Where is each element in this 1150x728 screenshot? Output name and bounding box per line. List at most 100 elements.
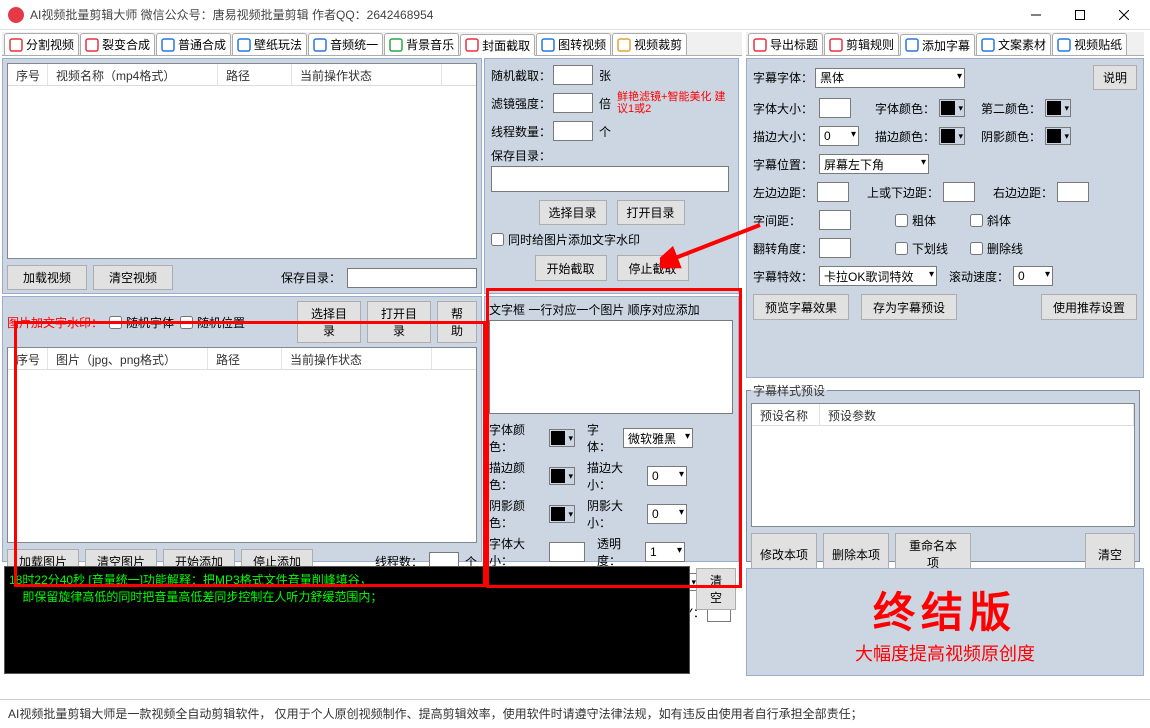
right-margin-label: 右边边距： <box>993 184 1053 201</box>
font-color-picker[interactable] <box>549 429 575 447</box>
save-preset-button[interactable]: 存为字幕预设 <box>861 294 957 320</box>
sub-pos-label: 字幕位置： <box>753 156 815 173</box>
stroke-color-picker[interactable] <box>549 467 575 485</box>
minimize-button[interactable] <box>1014 0 1058 30</box>
tab-label: 剪辑规则 <box>846 36 894 53</box>
tab-视频裁剪[interactable]: 视频裁剪 <box>612 33 687 55</box>
thread-count-label: 线程数量： <box>491 123 553 140</box>
random-pos-checkbox[interactable]: 随机位置 <box>180 314 245 331</box>
capture-save-dir-input[interactable] <box>491 166 729 192</box>
choose-dir-button[interactable]: 选择目录 <box>539 200 607 225</box>
start-capture-button[interactable]: 开始截取 <box>535 255 607 281</box>
letter-space-label: 字间距： <box>753 212 815 229</box>
right-margin-input[interactable] <box>1057 182 1089 202</box>
log-line: 即保留旋律高低的同时把音量高低差同步控制在人听力舒缓范围内； <box>9 588 685 605</box>
sub-shadow-color-label: 阴影颜色： <box>981 128 1041 145</box>
tab-普通合成[interactable]: 普通合成 <box>156 33 231 55</box>
window-titlebar: AI视频批量剪辑大师 微信公众号：唐易视频批量剪辑 作者QQ：264246895… <box>0 0 1150 30</box>
preset-name-col: 预设名称 <box>752 404 820 425</box>
video-table[interactable]: 序号视频名称（mp4格式）路径当前操作状态 <box>7 63 477 259</box>
shadow-size-combo[interactable]: 0 <box>647 504 687 524</box>
preview-subtitle-button[interactable]: 预览字幕效果 <box>753 294 849 320</box>
font-family-combo[interactable]: 微软雅黑 <box>623 428 693 448</box>
preset-table[interactable]: 预设名称预设参数 <box>751 403 1135 527</box>
font-family-label: 字体： <box>587 421 621 455</box>
right-tabstrip: 导出标题 剪辑规则 添加字幕文案素材视频贴纸 <box>746 32 1144 56</box>
sub-font-combo[interactable]: 黑体 <box>815 68 965 88</box>
wm-choose-dir-button[interactable]: 选择目录 <box>297 301 361 343</box>
sub-effect-combo[interactable]: 卡拉OK歌词特效 <box>819 266 937 286</box>
top-bottom-input[interactable] <box>943 182 975 202</box>
table-col: 当前操作状态 <box>282 348 432 369</box>
opacity-combo[interactable]: 1 <box>645 542 685 562</box>
tab-label: 添加字幕 <box>922 37 970 54</box>
sub-font-size-input[interactable] <box>819 98 851 118</box>
use-rec-button[interactable]: 使用推荐设置 <box>1041 294 1137 320</box>
sub-shadow-color-picker[interactable] <box>1045 127 1071 145</box>
tab-icon <box>313 38 327 52</box>
tab-分割视频[interactable]: 分割视频 <box>4 33 79 55</box>
rotate-angle-input[interactable] <box>819 238 851 258</box>
video-save-dir-input[interactable] <box>347 268 477 288</box>
filter-strength-input[interactable] <box>553 93 593 113</box>
help-button[interactable]: 帮助 <box>437 301 477 343</box>
random-capture-input[interactable] <box>553 65 593 85</box>
preset-group-legend: 字幕样式预设 <box>751 382 827 399</box>
tab-裂变合成[interactable]: 裂变合成 <box>80 33 155 55</box>
maximize-button[interactable] <box>1058 0 1102 30</box>
tab-剪辑规则[interactable]: 剪辑规则 <box>824 33 899 55</box>
left-margin-label: 左边边距： <box>753 184 813 201</box>
left-margin-input[interactable] <box>817 182 849 202</box>
tab-icon <box>617 38 631 52</box>
sub-pos-combo[interactable]: 屏幕左下角 <box>819 154 929 174</box>
italic-checkbox[interactable]: 斜体 <box>970 212 1011 229</box>
tab-label: 导出标题 <box>770 36 818 53</box>
unit-bei: 倍 <box>599 95 611 112</box>
instruction-button[interactable]: 说明 <box>1093 65 1137 90</box>
sub-stroke-size-combo[interactable]: 0 <box>819 126 859 146</box>
tab-导出标题[interactable]: 导出标题 <box>748 33 823 55</box>
underline-checkbox[interactable]: 下划线 <box>895 240 948 257</box>
strikethrough-checkbox[interactable]: 删除线 <box>970 240 1023 257</box>
tab-图转视频[interactable]: 图转视频 <box>536 33 611 55</box>
letter-space-input[interactable] <box>819 210 851 230</box>
close-button[interactable] <box>1102 0 1146 30</box>
thread-count-input[interactable] <box>553 121 593 141</box>
tab-文案素材[interactable]: 文案素材 <box>976 33 1051 55</box>
sub-font-color-label: 字体颜色： <box>875 100 935 117</box>
shadow-size-label: 阴影大小： <box>587 497 645 531</box>
tab-添加字幕[interactable]: 添加字幕 <box>900 34 975 56</box>
save-dir-label: 保存目录： <box>281 269 341 286</box>
clear-video-button[interactable]: 清空视频 <box>93 265 173 290</box>
sub-stroke-size-label: 描边大小： <box>753 128 815 145</box>
sub-font-color-picker[interactable] <box>939 99 965 117</box>
sub-stroke-color-picker[interactable] <box>939 127 965 145</box>
open-dir-button[interactable]: 打开目录 <box>617 200 685 225</box>
tab-label: 背景音乐 <box>406 36 454 53</box>
random-font-checkbox[interactable]: 随机字体 <box>109 314 174 331</box>
table-col: 图片（jpg、png格式） <box>48 348 208 369</box>
tab-视频贴纸[interactable]: 视频贴纸 <box>1052 33 1127 55</box>
load-video-button[interactable]: 加载视频 <box>7 265 87 290</box>
tab-label: 裂变合成 <box>102 36 150 53</box>
wm-open-dir-button[interactable]: 打开目录 <box>367 301 431 343</box>
tab-icon <box>829 38 843 52</box>
image-table[interactable]: 序号图片（jpg、png格式）路径当前操作状态 <box>7 347 477 543</box>
sub-second-color-picker[interactable] <box>1045 99 1071 117</box>
watermark-text-input[interactable] <box>489 320 733 414</box>
stroke-size-combo[interactable]: 0 <box>647 466 687 486</box>
tab-音频统一[interactable]: 音频统一 <box>308 33 383 55</box>
tab-背景音乐[interactable]: 背景音乐 <box>384 33 459 55</box>
add-watermark-checkbox[interactable]: 同时给图片添加文字水印 <box>491 231 640 248</box>
font-size-input[interactable] <box>549 542 585 562</box>
tab-label: 音频统一 <box>330 36 378 53</box>
tab-壁纸玩法[interactable]: 壁纸玩法 <box>232 33 307 55</box>
shadow-color-picker[interactable] <box>549 505 575 523</box>
bold-checkbox[interactable]: 粗体 <box>895 212 936 229</box>
scroll-speed-combo[interactable]: 0 <box>1013 266 1053 286</box>
tab-封面截取[interactable]: 封面截取 <box>460 34 535 56</box>
clear-log-button[interactable]: 清空 <box>696 568 736 610</box>
filter-hint: 鲜艳滤镜+智能美化 建议1或2 <box>617 91 727 115</box>
sub-font-label: 字幕字体： <box>753 69 815 86</box>
stop-capture-button[interactable]: 停止截取 <box>617 255 689 281</box>
